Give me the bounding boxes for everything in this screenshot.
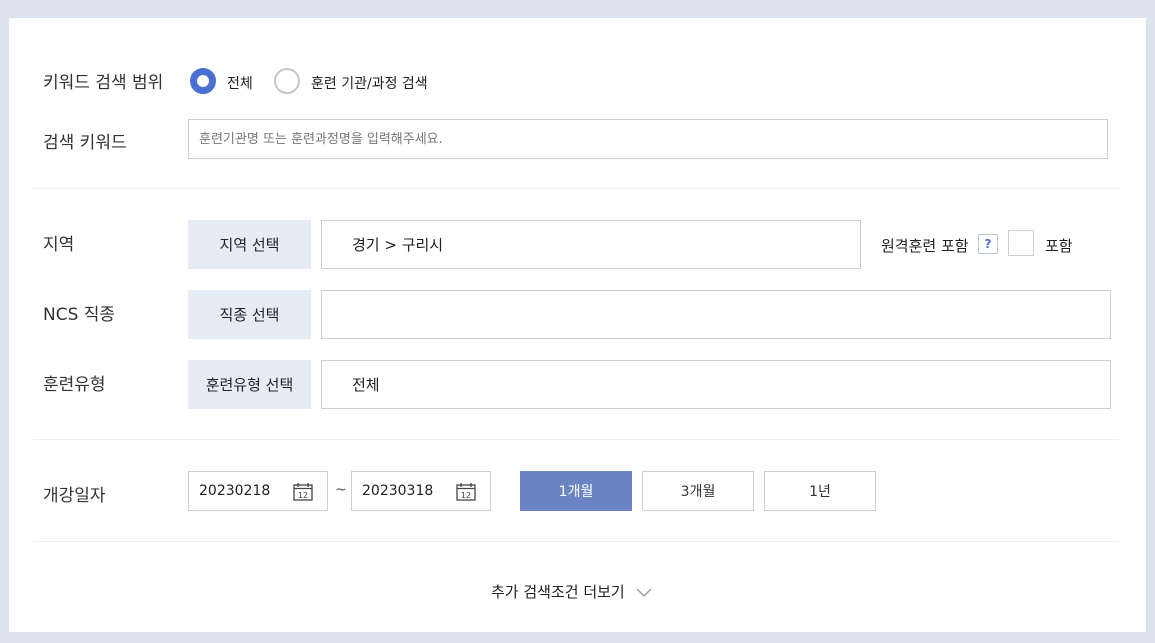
- period-1year-button[interactable]: 1년: [764, 471, 876, 511]
- end-date-input[interactable]: 20230318 12: [351, 471, 491, 511]
- more-conditions-label: 추가 검색조건 더보기: [491, 583, 625, 601]
- remote-include-label[interactable]: 포함: [1045, 235, 1073, 256]
- scope-radio-institution[interactable]: [274, 68, 300, 94]
- ncs-select-button[interactable]: 직종 선택: [188, 290, 311, 339]
- region-select-button[interactable]: 지역 선택: [188, 220, 311, 269]
- more-conditions-toggle[interactable]: 추가 검색조건 더보기: [491, 581, 653, 602]
- region-label: 지역: [43, 235, 75, 255]
- search-panel: 키워드 검색 범위 전체 훈련 기관/과정 검색 검색 키워드 지역 지역 선택…: [9, 18, 1146, 632]
- search-keyword-label: 검색 키워드: [43, 133, 127, 153]
- date-range-separator: ~: [335, 482, 347, 498]
- scope-radio-all-label[interactable]: 전체: [227, 73, 253, 93]
- calendar-day-text: 12: [298, 491, 308, 500]
- training-type-select-button[interactable]: 훈련유형 선택: [188, 360, 311, 409]
- ncs-value-field[interactable]: [321, 290, 1111, 339]
- end-date-value: 20230318: [362, 483, 434, 499]
- training-type-label: 훈련유형: [43, 375, 106, 395]
- remote-include-checkbox[interactable]: [1008, 230, 1034, 256]
- start-date-value: 20230218: [199, 483, 271, 499]
- calendar-day-text: 12: [461, 491, 471, 500]
- period-3month-button[interactable]: 3개월: [642, 471, 754, 511]
- start-date-input[interactable]: 20230218 12: [188, 471, 328, 511]
- period-1month-button[interactable]: 1개월: [520, 471, 632, 511]
- divider: [33, 439, 1119, 440]
- training-type-value-field[interactable]: 전체: [321, 360, 1111, 409]
- calendar-icon[interactable]: 12: [456, 482, 476, 501]
- region-value-field[interactable]: 경기 > 구리시: [321, 220, 861, 269]
- start-date-label: 개강일자: [43, 486, 106, 506]
- divider: [33, 188, 1119, 189]
- remote-training-label: 원격훈련 포함: [881, 237, 969, 255]
- scope-radio-all[interactable]: [190, 68, 216, 94]
- keyword-scope-label: 키워드 검색 범위: [43, 73, 164, 93]
- divider: [33, 541, 1119, 542]
- calendar-icon[interactable]: 12: [293, 482, 313, 501]
- chevron-down-icon: [636, 587, 652, 597]
- search-keyword-input[interactable]: [188, 119, 1108, 159]
- scope-radio-institution-label[interactable]: 훈련 기관/과정 검색: [311, 73, 428, 93]
- help-icon[interactable]: ?: [978, 234, 998, 254]
- ncs-label: NCS 직종: [43, 305, 116, 325]
